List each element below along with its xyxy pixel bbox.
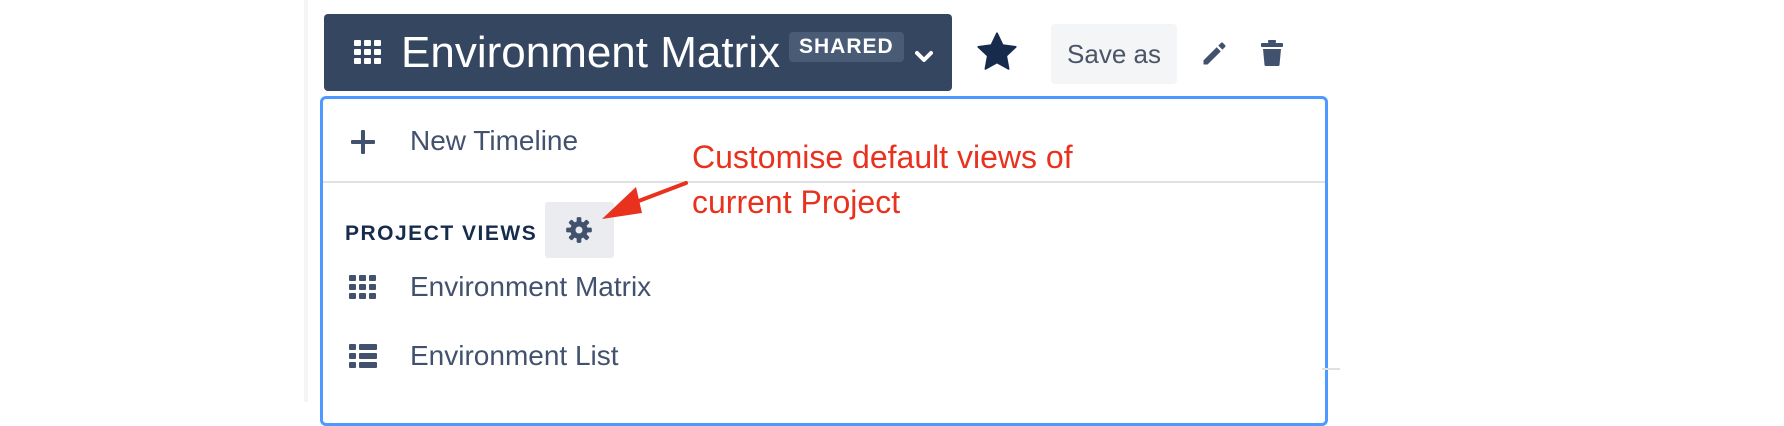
plus-icon [351,130,375,154]
gear-icon [566,217,592,243]
background-divider [1322,368,1340,370]
chevron-down-icon [915,51,933,62]
new-timeline-label: New Timeline [410,125,579,156]
annotation-callout: Customise default views of current Proje… [692,135,1073,225]
project-views-heading: PROJECT VIEWS [345,222,538,245]
annotation-line: Customise default views of [692,139,1073,175]
star-icon[interactable] [975,30,1019,74]
view-item-label: Environment Matrix [410,271,652,302]
grid-icon [349,275,376,299]
view-item-label: Environment List [410,340,619,371]
annotation-line: current Project [692,184,901,220]
list-icon [349,344,377,368]
page-left-border [304,0,308,402]
pencil-icon[interactable] [1200,40,1228,68]
current-view-title: Environment Matrix [401,28,781,77]
trash-icon[interactable] [1261,40,1283,66]
annotation-arrow [602,181,688,219]
grid-icon [354,40,381,64]
view-switcher-button[interactable]: Environment Matrix SHARED [324,14,952,91]
save-as-button[interactable]: Save as [1051,24,1177,84]
shared-badge: SHARED [789,32,904,62]
